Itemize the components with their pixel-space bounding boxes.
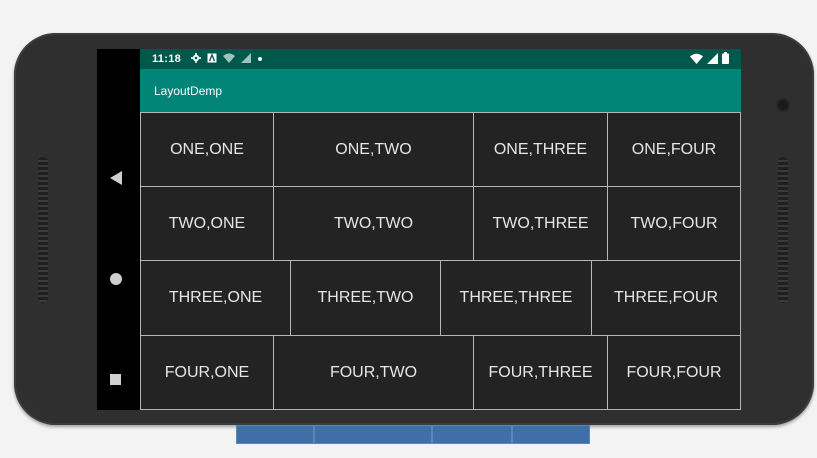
a-icon <box>207 52 217 66</box>
speaker-grille-right <box>778 157 788 303</box>
back-button[interactable] <box>97 166 140 190</box>
grid-cell[interactable]: THREE,ONE <box>140 260 291 336</box>
home-icon <box>109 273 122 285</box>
grid-cell[interactable]: FOUR,ONE <box>140 335 274 410</box>
app-bar: LayoutDemp <box>140 69 741 112</box>
signal-question-icon <box>241 52 252 66</box>
background-window-strip <box>512 425 590 444</box>
grid-cell[interactable]: ONE,FOUR <box>607 112 741 187</box>
grid-cell[interactable]: THREE,TWO <box>290 260 441 336</box>
status-icons <box>191 52 263 66</box>
grid-cell[interactable]: ONE,THREE <box>473 112 608 187</box>
recents-button[interactable] <box>97 367 140 391</box>
background-window-strip <box>432 425 512 444</box>
grid-cell[interactable]: ONE,ONE <box>140 112 274 187</box>
background-window-strip <box>236 425 314 444</box>
home-button[interactable] <box>97 267 140 291</box>
signal-icon <box>707 52 718 67</box>
device-screen: 11:18 LayoutDemp ONE,ONE ONE,TWO ONE,THR… <box>140 49 741 410</box>
grid-cell[interactable]: FOUR,FOUR <box>607 335 741 410</box>
grid-cell[interactable]: FOUR,TWO <box>273 335 474 410</box>
grid-cell[interactable]: TWO,TWO <box>273 186 474 261</box>
dot-icon <box>257 54 263 65</box>
app-title: LayoutDemp <box>154 83 223 98</box>
battery-icon <box>722 52 729 67</box>
wifi-question-icon <box>223 53 236 66</box>
status-right-icons <box>690 52 729 67</box>
grid-cell[interactable]: TWO,FOUR <box>607 186 741 261</box>
speaker-grille-left <box>38 157 48 303</box>
background-window-strip <box>314 425 432 444</box>
status-time: 11:18 <box>152 53 182 65</box>
recents-icon <box>110 373 121 385</box>
grid-cell[interactable]: THREE,FOUR <box>591 260 741 336</box>
wifi-icon <box>690 53 703 67</box>
grid-cell[interactable]: TWO,ONE <box>140 186 274 261</box>
front-camera <box>778 100 788 110</box>
grid-cell[interactable]: ONE,TWO <box>273 112 474 187</box>
grid-cell[interactable]: TWO,THREE <box>473 186 608 261</box>
grid-cell[interactable]: FOUR,THREE <box>473 335 608 410</box>
gear-icon <box>191 52 202 66</box>
table-grid: ONE,ONE ONE,TWO ONE,THREE ONE,FOUR TWO,O… <box>140 112 741 410</box>
grid-cell[interactable]: THREE,THREE <box>440 260 592 336</box>
back-icon <box>109 171 122 185</box>
navigation-bar <box>97 49 140 410</box>
status-bar: 11:18 <box>140 49 741 69</box>
